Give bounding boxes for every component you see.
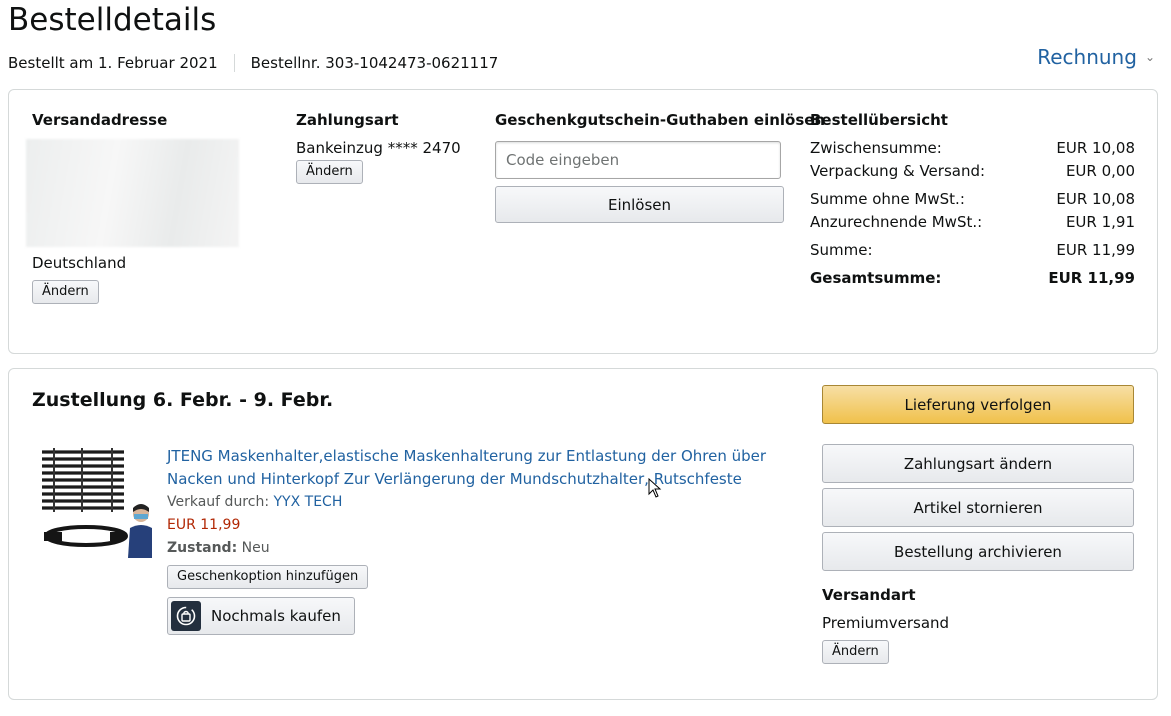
- change-shipping-method-button[interactable]: Ändern: [822, 640, 889, 664]
- invoice-label: Rechnung: [1037, 45, 1137, 69]
- condition-label: Zustand:: [167, 540, 238, 556]
- cancel-item-button[interactable]: Artikel stornieren: [822, 488, 1134, 527]
- buy-again-icon: [171, 601, 201, 631]
- summary-row-shipping: Verpackung & Versand: EUR 0,00: [810, 161, 1135, 181]
- payment-heading: Zahlungsart: [296, 111, 399, 129]
- order-number: Bestellnr. 303-1042473-0621117: [250, 54, 499, 72]
- product-title-link[interactable]: JTENG Maskenhalter,elastische Maskenhalt…: [167, 445, 767, 491]
- order-summary-heading: Bestellübersicht: [810, 111, 948, 129]
- order-details-box: Versandadresse Deutschland Ändern Zahlun…: [8, 89, 1158, 354]
- redeem-button[interactable]: Einlösen: [495, 186, 784, 223]
- summary-value: EUR 1,91: [1065, 213, 1135, 231]
- shipping-method-value: Premiumversand: [822, 614, 950, 632]
- summary-label: Summe:: [810, 241, 873, 259]
- order-meta: Bestellt am 1. Februar 2021 Bestellnr. 3…: [8, 52, 498, 74]
- product-thumbnail-icon: [42, 448, 152, 558]
- payment-method: Bankeinzug **** 2470: [296, 139, 461, 157]
- add-gift-option-button[interactable]: Geschenkoption hinzufügen: [167, 565, 369, 589]
- summary-value: EUR 11,99: [1056, 241, 1135, 259]
- sold-by-label: Verkauf durch:: [167, 494, 270, 510]
- shipping-address-heading: Versandadresse: [32, 111, 168, 129]
- change-address-button[interactable]: Ändern: [32, 280, 99, 304]
- address-country: Deutschland: [32, 254, 127, 272]
- gift-card-code-input[interactable]: [495, 141, 781, 179]
- reorder-bag-icon: [176, 606, 196, 626]
- shipping-method-heading: Versandart: [822, 586, 916, 604]
- item-condition: Zustand: Neu: [167, 538, 270, 558]
- buy-again-button[interactable]: Nochmals kaufen: [167, 597, 355, 635]
- condition-value: Neu: [241, 540, 270, 556]
- change-payment-button[interactable]: Ändern: [296, 160, 363, 184]
- gift-card-heading: Geschenkgutschein-Guthaben einlösen: [495, 111, 826, 129]
- summary-row-subtotal: Zwischensumme: EUR 10,08: [810, 138, 1135, 158]
- change-payment-method-button[interactable]: Zahlungsart ändern: [822, 444, 1134, 483]
- archive-order-button[interactable]: Bestellung archivieren: [822, 532, 1134, 571]
- delivery-heading: Zustellung 6. Febr. - 9. Febr.: [32, 389, 334, 411]
- item-price: EUR 11,99: [167, 517, 241, 533]
- mouse-cursor-icon: [648, 478, 662, 498]
- summary-row-vat: Anzurechnende MwSt.: EUR 1,91: [810, 212, 1135, 232]
- buy-again-label: Nochmals kaufen: [211, 607, 341, 625]
- summary-label: Verpackung & Versand:: [810, 162, 986, 180]
- sold-by: Verkauf durch: YYX TECH: [167, 492, 342, 512]
- summary-label: Zwischensumme:: [810, 139, 942, 157]
- order-date: Bestellt am 1. Februar 2021: [8, 54, 218, 72]
- chevron-down-icon: ⌄: [1144, 50, 1155, 64]
- order-summary: Zwischensumme: EUR 10,08 Verpackung & Ve…: [810, 138, 1135, 288]
- summary-value: EUR 0,00: [1065, 162, 1135, 180]
- summary-label: Summe ohne MwSt.:: [810, 190, 965, 208]
- shipment-box: Zustellung 6. Febr. - 9. Febr. JTENG Mas…: [8, 368, 1158, 700]
- summary-row-total: Gesamtsumme: EUR 11,99: [810, 268, 1135, 288]
- summary-label: Gesamtsumme:: [810, 269, 942, 287]
- invoice-dropdown[interactable]: Rechnung ⌄: [1037, 45, 1155, 69]
- meta-divider: [233, 54, 235, 72]
- track-delivery-button[interactable]: Lieferung verfolgen: [822, 385, 1134, 424]
- product-image[interactable]: [40, 446, 152, 558]
- summary-value: EUR 10,08: [1056, 190, 1135, 208]
- page-title: Bestelldetails: [8, 2, 217, 38]
- summary-row-net: Summe ohne MwSt.: EUR 10,08: [810, 189, 1135, 209]
- summary-value: EUR 10,08: [1056, 139, 1135, 157]
- seller-link[interactable]: YYX TECH: [274, 494, 343, 510]
- summary-value: EUR 11,99: [1048, 269, 1135, 287]
- summary-label: Anzurechnende MwSt.:: [810, 213, 983, 231]
- summary-row-sum: Summe: EUR 11,99: [810, 240, 1135, 260]
- redacted-address: [26, 139, 239, 247]
